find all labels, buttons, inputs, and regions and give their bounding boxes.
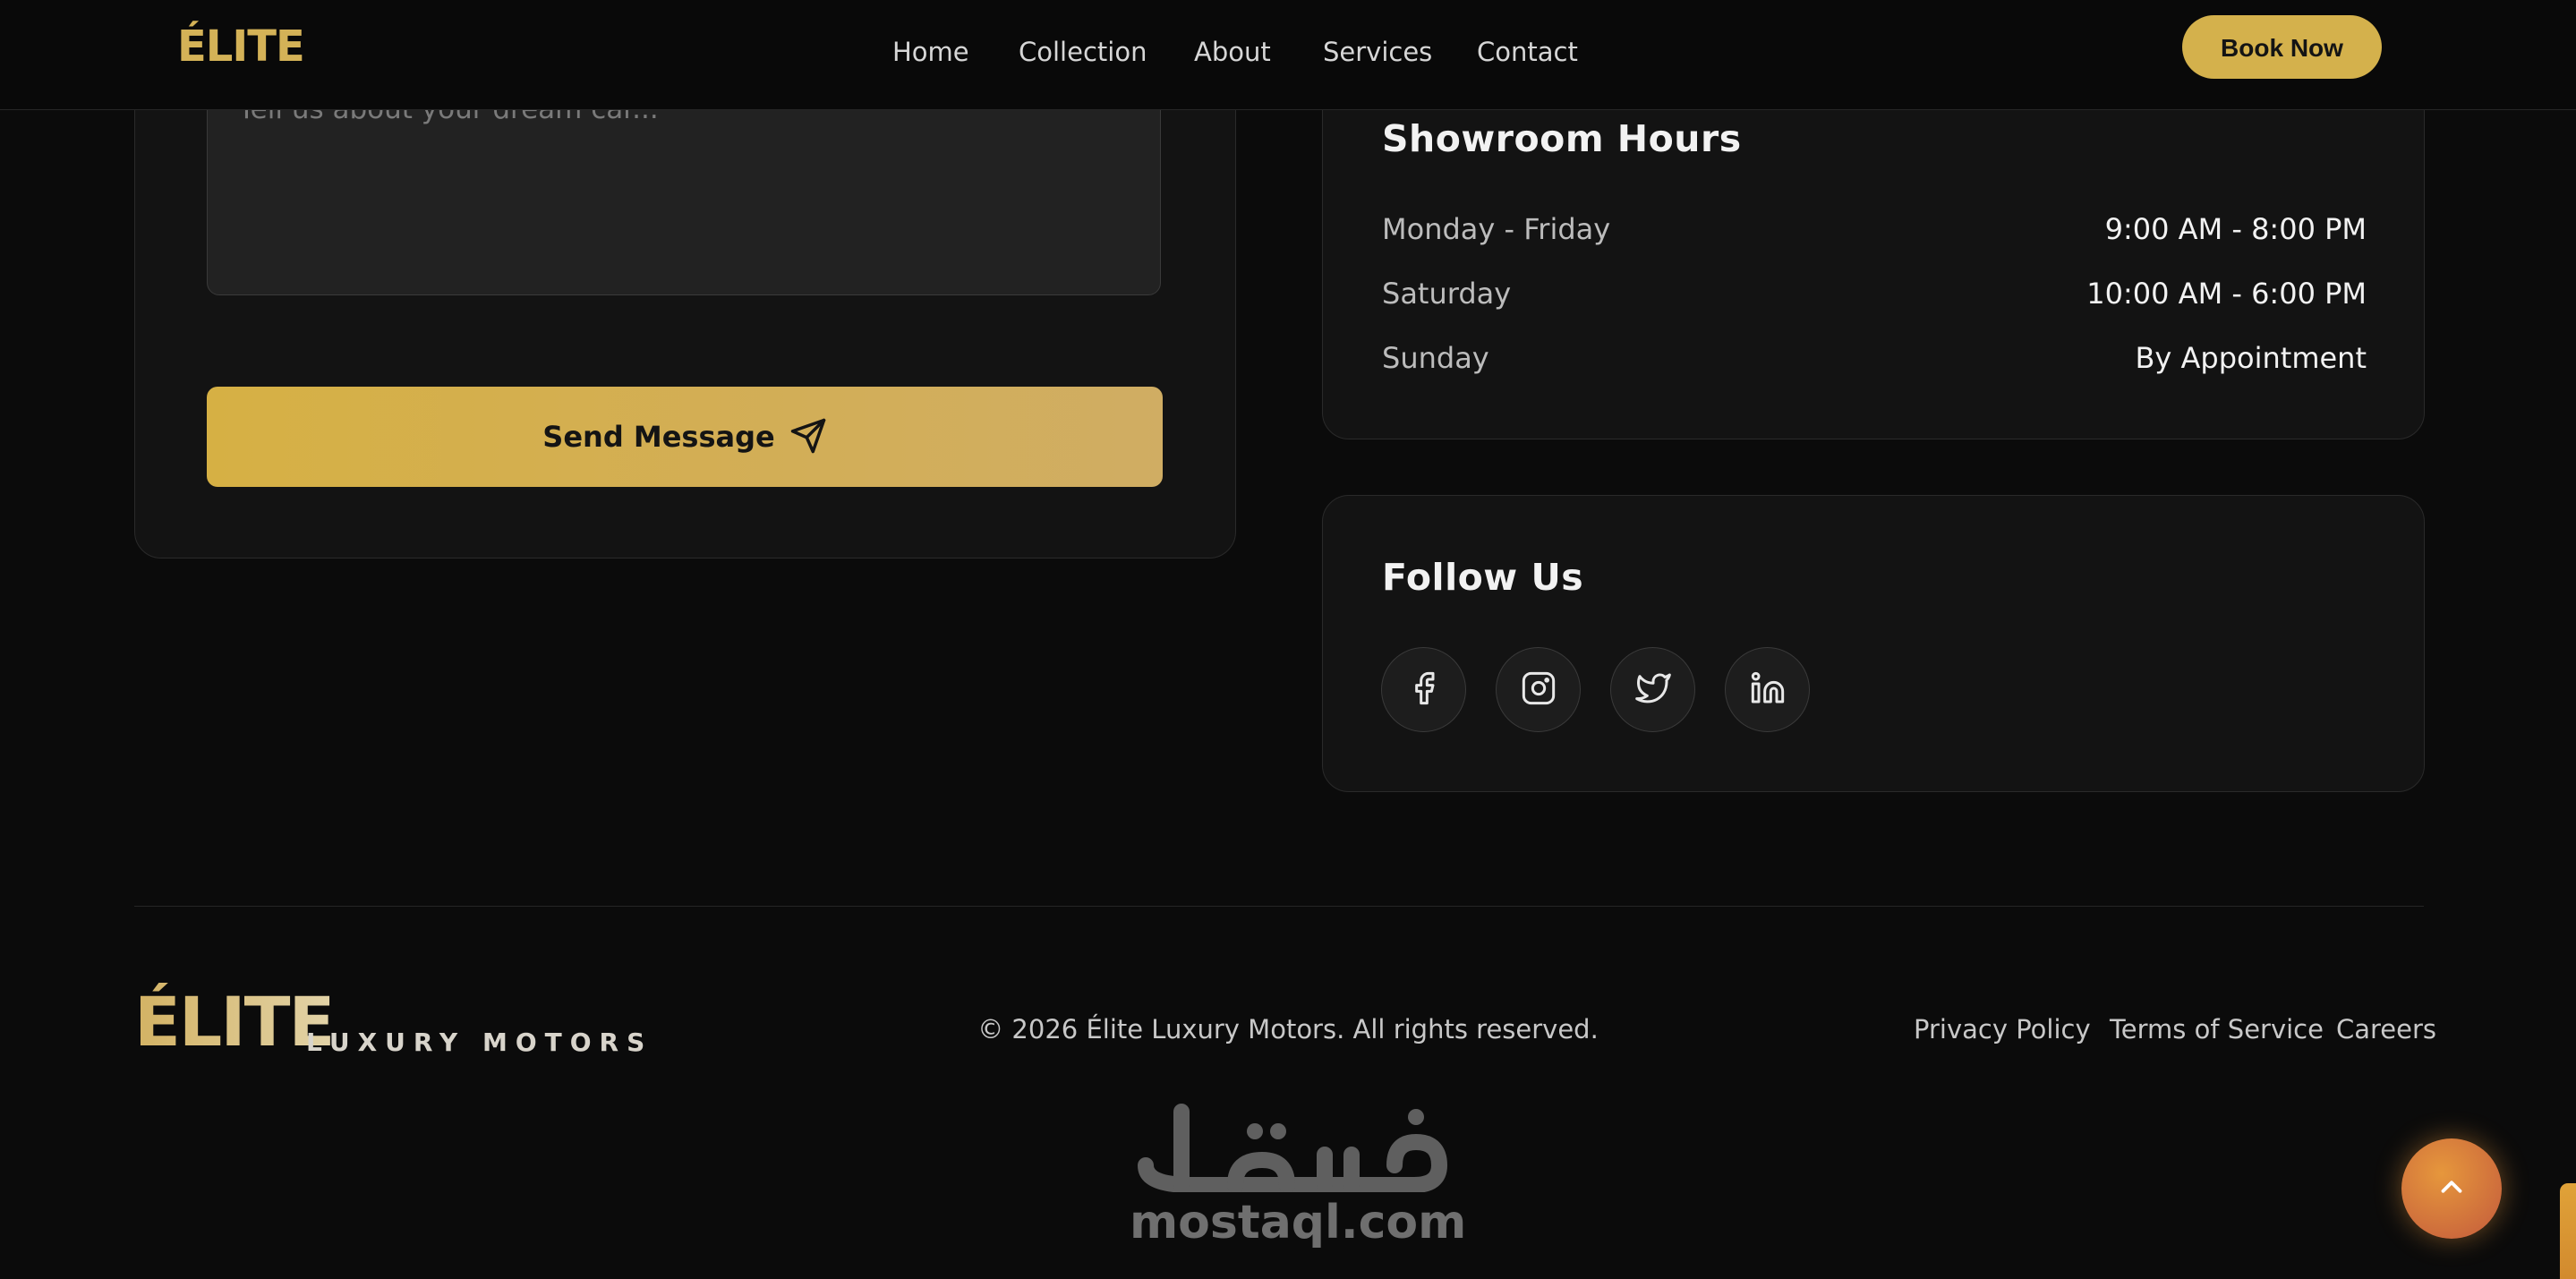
hours-day: Saturday (1382, 277, 1512, 311)
hours-row: Monday - Friday 9:00 AM - 8:00 PM (1382, 209, 2367, 250)
linkedin-button[interactable] (1725, 647, 1810, 732)
nav-link-contact[interactable]: Contact (1477, 32, 1578, 72)
watermark-text: mostaql.com (1130, 1196, 1467, 1249)
nav-link-about[interactable]: About (1194, 32, 1271, 72)
watermark-logo (1128, 1103, 1450, 1196)
scrollbar-thumb[interactable] (2560, 1183, 2576, 1279)
send-icon (775, 418, 827, 454)
book-now-button[interactable]: Book Now (2182, 15, 2382, 79)
footer-link-terms[interactable]: Terms of Service (2110, 1011, 2324, 1047)
footer-link-careers[interactable]: Careers (2336, 1011, 2436, 1047)
send-message-label: Send Message (542, 420, 775, 454)
nav-link-home[interactable]: Home (892, 32, 969, 72)
hours-row: Sunday By Appointment (1382, 337, 2367, 379)
hours-time: 9:00 AM - 8:00 PM (2104, 212, 2367, 246)
facebook-button[interactable] (1381, 647, 1466, 732)
facebook-icon (1406, 670, 1442, 710)
footer-link-privacy[interactable]: Privacy Policy (1914, 1011, 2091, 1047)
nav-link-services[interactable]: Services (1323, 32, 1432, 72)
follow-us-card: Follow Us (1322, 495, 2425, 792)
instagram-icon (1521, 670, 1557, 710)
scroll-to-top-button[interactable] (2401, 1138, 2502, 1239)
nav-link-collection[interactable]: Collection (1019, 32, 1147, 72)
message-textarea[interactable]: Tell us about your dream car... (207, 86, 1161, 295)
navbar: ÉLITE Home Collection About Services Con… (0, 0, 2576, 110)
chevron-up-icon (2435, 1170, 2469, 1207)
twitter-button[interactable] (1610, 647, 1695, 732)
hours-row: Saturday 10:00 AM - 6:00 PM (1382, 273, 2367, 314)
hours-time: By Appointment (2135, 341, 2367, 375)
hours-day: Sunday (1382, 341, 1489, 375)
instagram-button[interactable] (1496, 647, 1581, 732)
footer-divider (134, 906, 2424, 907)
linkedin-icon (1750, 670, 1786, 710)
send-message-button[interactable]: Send Message (207, 387, 1163, 487)
twitter-icon (1634, 670, 1671, 710)
hours-day: Monday - Friday (1382, 212, 1611, 246)
hours-time: 10:00 AM - 6:00 PM (2086, 277, 2367, 311)
showroom-hours-title: Showroom Hours (1382, 117, 1742, 160)
follow-us-title: Follow Us (1382, 556, 1584, 599)
